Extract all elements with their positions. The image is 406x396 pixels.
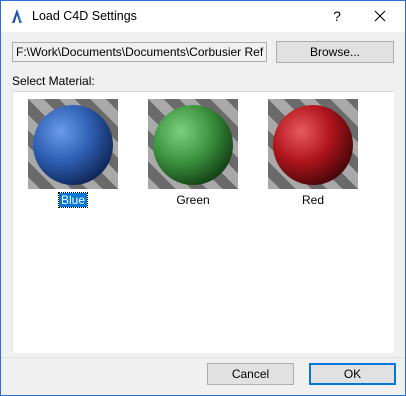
archicad-app-icon bbox=[10, 8, 24, 24]
browse-button[interactable]: Browse... bbox=[276, 41, 394, 63]
close-icon bbox=[374, 10, 386, 22]
material-swatch-red[interactable] bbox=[268, 99, 358, 189]
material-swatch-green[interactable] bbox=[148, 99, 238, 189]
cancel-button[interactable]: Cancel bbox=[207, 363, 294, 385]
dialog-window: Load C4D Settings ? F:\Work\Documents\Do… bbox=[0, 0, 406, 396]
file-path-field[interactable]: F:\Work\Documents\Documents\Corbusier Re… bbox=[12, 42, 267, 62]
ok-button[interactable]: OK bbox=[309, 363, 396, 385]
material-label-blue: Blue bbox=[57, 192, 89, 208]
close-button[interactable] bbox=[363, 3, 397, 29]
select-material-label: Select Material: bbox=[12, 74, 95, 88]
help-button[interactable]: ? bbox=[326, 5, 348, 27]
material-list[interactable]: Blue Green Red bbox=[12, 91, 394, 353]
title-bar[interactable]: Load C4D Settings ? bbox=[1, 1, 405, 32]
material-label-red: Red bbox=[301, 193, 324, 207]
window-title: Load C4D Settings bbox=[32, 9, 137, 23]
material-swatch-blue[interactable] bbox=[28, 99, 118, 189]
footer-divider bbox=[1, 357, 405, 358]
material-label-green: Green bbox=[176, 193, 210, 207]
